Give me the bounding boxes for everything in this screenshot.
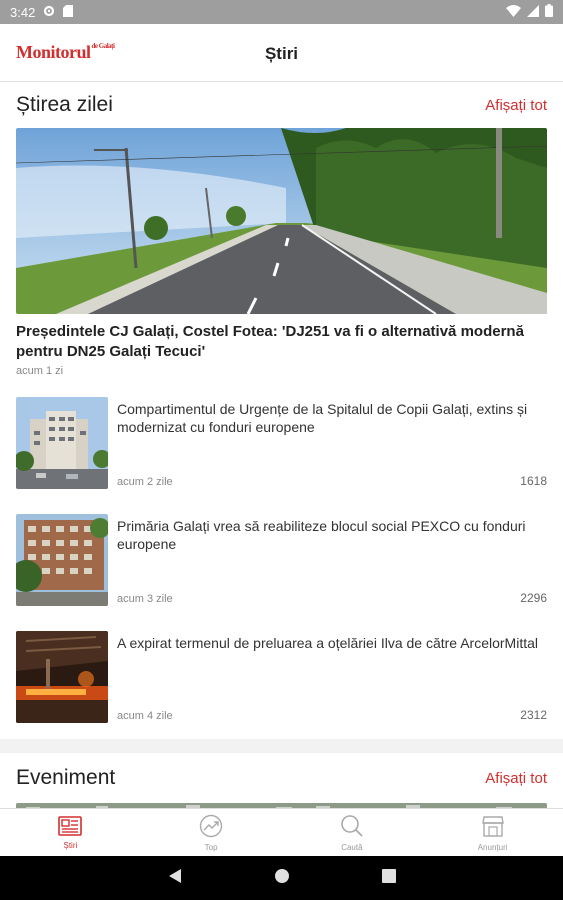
nav-item-top[interactable]: Top [141,809,282,856]
battery-icon [545,4,553,20]
trending-icon [199,814,223,840]
hero-image[interactable] [16,128,547,314]
nav-item-cauta[interactable]: Caută [282,809,423,856]
news-icon [58,815,83,838]
section-eveniment: Eveniment Afișați tot [0,753,563,808]
nav-label: Știri [63,840,78,850]
app-bar: Monitorulde Galați Știri [0,24,563,82]
back-icon[interactable] [168,868,182,889]
view-count: 1618 [520,474,547,488]
article-timestamp: acum 3 zile [117,593,173,605]
status-bar: 3:42 [0,0,563,24]
article-thumbnail [16,631,108,723]
section-title: Eveniment [16,766,116,789]
article-thumbnail [16,514,108,606]
nav-label: Top [204,842,218,852]
store-icon [481,814,505,840]
view-count: 2312 [520,708,547,722]
list-item[interactable]: A expirat termenul de preluarea a oțelăr… [0,622,563,739]
status-time: 3:42 [10,4,36,20]
bottom-navigation: Știri Top Caută Anunțuri [0,808,563,856]
settings-icon [43,5,55,20]
nav-item-anunturi[interactable]: Anunțuri [422,809,563,856]
article-title: A expirat termenul de preluarea a oțelăr… [117,635,538,651]
news-feed[interactable]: Știrea zilei Afișați tot Președintele CJ… [0,82,563,808]
nav-item-stiri[interactable]: Știri [0,809,141,856]
nav-label: Caută [341,842,363,852]
search-icon [340,814,364,840]
show-all-link[interactable]: Afișați tot [485,770,547,787]
home-icon[interactable] [274,868,290,889]
hero-timestamp: acum 1 zi [16,365,64,377]
sd-card-icon [63,4,74,20]
show-all-link[interactable]: Afișați tot [485,97,547,114]
hero-headline[interactable]: Președintele CJ Galați, Costel Fotea: 'D… [0,314,563,362]
system-navigation-bar [0,856,563,900]
view-count: 2296 [520,591,547,605]
article-thumbnail [16,397,108,489]
recents-icon[interactable] [381,868,396,888]
article-timestamp: acum 4 zile [117,710,173,722]
list-item[interactable]: Primăria Galați vrea să reabiliteze bloc… [0,505,563,622]
article-title: Compartimentul de Urgențe de la Spitalul… [117,401,528,435]
article-timestamp: acum 2 zile [117,476,173,488]
section-title: Știrea zilei [16,93,113,116]
list-item[interactable]: Compartimentul de Urgențe de la Spitalul… [0,388,563,505]
signal-icon [527,4,539,20]
nav-label: Anunțuri [477,842,508,852]
article-title: Primăria Galați vrea să reabiliteze bloc… [117,518,526,552]
section-stirea-zilei: Știrea zilei Afișați tot Președintele CJ… [0,82,563,739]
page-title: Știri [264,44,299,63]
wifi-icon [506,4,521,20]
